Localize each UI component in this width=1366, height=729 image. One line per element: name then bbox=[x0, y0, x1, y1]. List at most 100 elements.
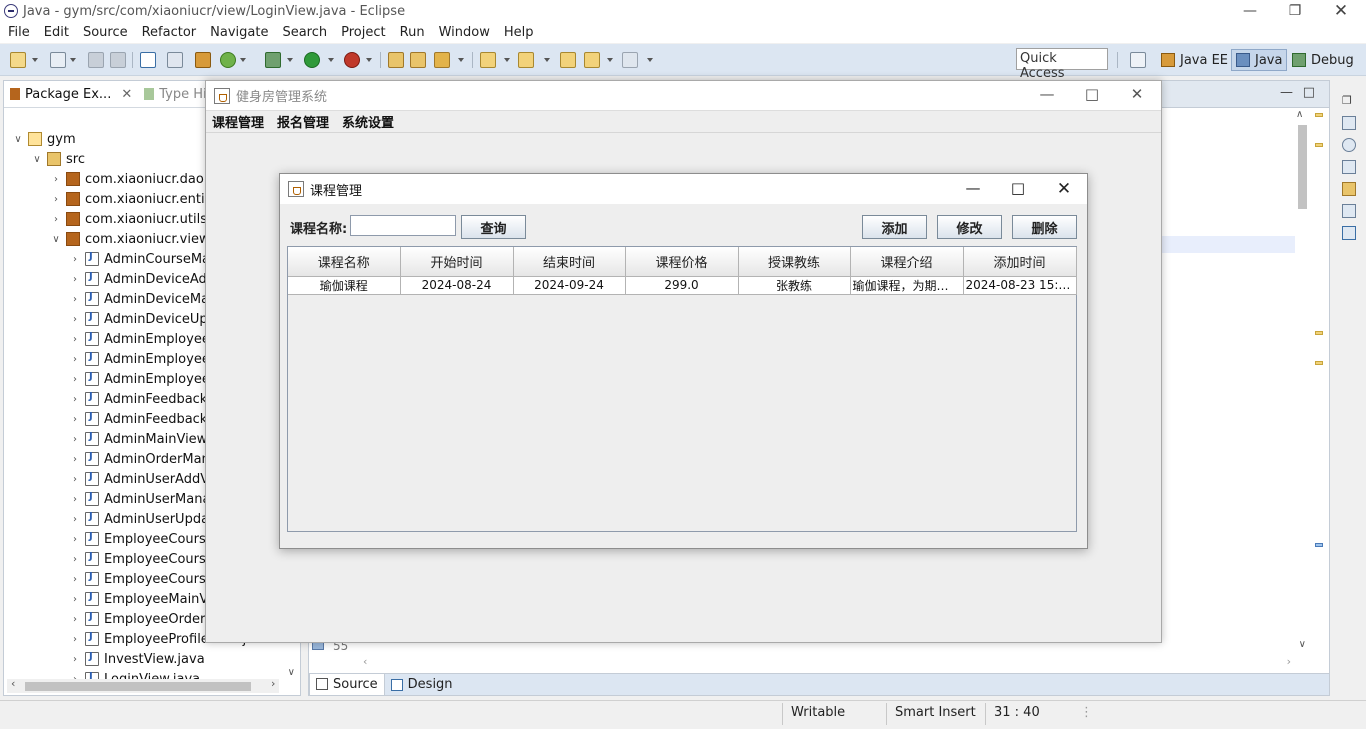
chevron-right-icon[interactable]: › bbox=[69, 554, 81, 565]
external-tools-icon[interactable] bbox=[344, 52, 360, 68]
new-icon[interactable] bbox=[10, 52, 26, 68]
scroll-down-icon[interactable]: ∨ bbox=[288, 667, 295, 678]
close-button[interactable]: ✕ bbox=[1318, 0, 1364, 22]
run-icon[interactable] bbox=[304, 52, 320, 68]
menu-navigate[interactable]: Navigate bbox=[204, 25, 274, 40]
column-header[interactable]: 添加时间 bbox=[962, 247, 1077, 277]
restore-view-icon[interactable]: ❐ bbox=[1342, 94, 1356, 108]
back-icon[interactable] bbox=[584, 52, 600, 68]
chevron-right-icon[interactable]: › bbox=[69, 394, 81, 405]
chevron-right-icon[interactable]: › bbox=[69, 654, 81, 665]
chevron-right-icon[interactable]: › bbox=[69, 634, 81, 645]
column-header[interactable]: 授课教练 bbox=[737, 247, 851, 277]
back-dropdown-icon[interactable] bbox=[607, 58, 613, 62]
scroll-left-icon[interactable]: ‹ bbox=[11, 677, 15, 690]
chevron-down-icon[interactable]: ∨ bbox=[12, 134, 24, 145]
open-type-icon[interactable] bbox=[388, 52, 404, 68]
overview-marker[interactable] bbox=[1315, 113, 1323, 117]
delete-button[interactable]: 删除 bbox=[1012, 215, 1077, 239]
debug-icon[interactable] bbox=[265, 52, 281, 68]
perspective-debug[interactable]: Debug bbox=[1288, 49, 1358, 71]
overview-marker[interactable] bbox=[1315, 543, 1323, 547]
scrollbar-thumb[interactable] bbox=[25, 682, 251, 691]
menu-project[interactable]: Project bbox=[335, 25, 391, 40]
chevron-right-icon[interactable]: › bbox=[69, 494, 81, 505]
chevron-right-icon[interactable]: › bbox=[69, 574, 81, 585]
chevron-right-icon[interactable]: › bbox=[69, 454, 81, 465]
chevron-right-icon[interactable]: › bbox=[69, 434, 81, 445]
chevron-down-icon[interactable]: ∨ bbox=[50, 234, 62, 245]
gym-maximize-button[interactable]: □ bbox=[1069, 85, 1115, 103]
new-dropdown-icon[interactable] bbox=[32, 58, 38, 62]
new-project-icon[interactable] bbox=[50, 52, 66, 68]
menu-window[interactable]: Window bbox=[433, 25, 496, 40]
status-trim-handle-icon[interactable]: ⋮ bbox=[1080, 705, 1093, 720]
table-cell[interactable]: 299.0 bbox=[624, 276, 739, 295]
skip-breakpoints-icon[interactable] bbox=[167, 52, 183, 68]
chevron-right-icon[interactable]: › bbox=[69, 514, 81, 525]
table-row[interactable]: 瑜伽课程 2024-08-24 2024-09-24 299.0 张教练 瑜伽课程，为期一… bbox=[288, 276, 1077, 295]
table-cell[interactable]: 张教练 bbox=[737, 276, 851, 295]
task-list-icon[interactable] bbox=[1342, 116, 1356, 130]
editor-scrollbar-thumb[interactable] bbox=[1298, 125, 1307, 209]
chevron-right-icon[interactable]: › bbox=[69, 474, 81, 485]
edit-button[interactable]: 修改 bbox=[937, 215, 1002, 239]
menu-search[interactable]: Search bbox=[276, 25, 333, 40]
chevron-right-icon[interactable]: › bbox=[69, 614, 81, 625]
menu-help[interactable]: Help bbox=[498, 25, 540, 40]
open-folder-icon[interactable] bbox=[410, 52, 426, 68]
minimize-button[interactable]: — bbox=[1227, 0, 1273, 22]
query-button[interactable]: 查询 bbox=[461, 215, 526, 239]
gym-close-button[interactable]: ✕ bbox=[1114, 85, 1160, 103]
javadoc-icon[interactable] bbox=[1342, 138, 1356, 152]
minimize-editor-icon[interactable]: — bbox=[1280, 85, 1293, 100]
gym-minimize-button[interactable]: — bbox=[1024, 85, 1070, 103]
table-cell[interactable]: 2024-09-24 bbox=[512, 276, 626, 295]
menu-run[interactable]: Run bbox=[394, 25, 431, 40]
horizontal-scrollbar[interactable]: ‹ › bbox=[7, 677, 279, 693]
restore-button[interactable]: ❐ bbox=[1272, 0, 1318, 22]
menu-file[interactable]: File bbox=[2, 25, 36, 40]
menu-course-management[interactable]: 课程管理 bbox=[212, 112, 264, 131]
tab-design[interactable]: Design bbox=[385, 674, 459, 696]
previous-annotation-dropdown-icon[interactable] bbox=[544, 58, 550, 62]
editor-horizontal-scrollbar[interactable]: ‹ › bbox=[357, 655, 1297, 671]
menu-enrollment-management[interactable]: 报名管理 bbox=[277, 112, 329, 131]
declaration-icon[interactable] bbox=[1342, 160, 1356, 174]
scroll-right-icon[interactable]: › bbox=[271, 677, 275, 690]
forward-icon[interactable] bbox=[622, 52, 638, 68]
outline-icon[interactable] bbox=[1342, 204, 1356, 218]
previous-annotation-icon[interactable] bbox=[518, 52, 534, 68]
menu-refactor[interactable]: Refactor bbox=[136, 25, 203, 40]
table-cell[interactable]: 瑜伽课程，为期一个月 bbox=[849, 276, 964, 295]
close-tab-icon[interactable]: ✕ bbox=[121, 87, 132, 102]
chevron-down-icon[interactable]: ∨ bbox=[31, 154, 43, 165]
chevron-right-icon[interactable]: › bbox=[50, 194, 62, 205]
perspective-java[interactable]: Java bbox=[1231, 49, 1288, 71]
save-all-icon[interactable] bbox=[110, 52, 126, 68]
chevron-right-icon[interactable]: › bbox=[50, 174, 62, 185]
console-icon[interactable] bbox=[140, 52, 156, 68]
chevron-right-icon[interactable]: › bbox=[69, 374, 81, 385]
table-cell[interactable]: 2024-08-24 bbox=[399, 276, 514, 295]
chevron-right-icon[interactable]: › bbox=[69, 594, 81, 605]
editor-vertical-scrollbar[interactable]: ∧ bbox=[1295, 109, 1309, 656]
menu-source[interactable]: Source bbox=[77, 25, 134, 40]
tab-package-explorer[interactable]: Package Ex... ✕ bbox=[4, 81, 138, 108]
chevron-right-icon[interactable]: › bbox=[69, 254, 81, 265]
forward-dropdown-icon[interactable] bbox=[647, 58, 653, 62]
add-button[interactable]: 添加 bbox=[862, 215, 927, 239]
run-dropdown-icon[interactable] bbox=[328, 58, 334, 62]
scroll-up-icon[interactable]: ∧ bbox=[1296, 109, 1303, 120]
search-view-icon[interactable] bbox=[1342, 182, 1356, 196]
overview-marker[interactable] bbox=[1315, 361, 1323, 365]
chevron-right-icon[interactable]: › bbox=[69, 414, 81, 425]
chevron-right-icon[interactable]: › bbox=[69, 354, 81, 365]
column-header[interactable]: 结束时间 bbox=[512, 247, 626, 277]
quick-access-input[interactable]: Quick Access bbox=[1016, 48, 1108, 81]
search-tool-icon[interactable] bbox=[434, 52, 450, 68]
search-dropdown-icon[interactable] bbox=[458, 58, 464, 62]
editor-scroll-down-icon[interactable]: ∨ bbox=[1299, 639, 1306, 650]
chevron-right-icon[interactable]: › bbox=[69, 274, 81, 285]
table-cell[interactable]: 2024-08-23 15:23:00 bbox=[962, 276, 1077, 295]
